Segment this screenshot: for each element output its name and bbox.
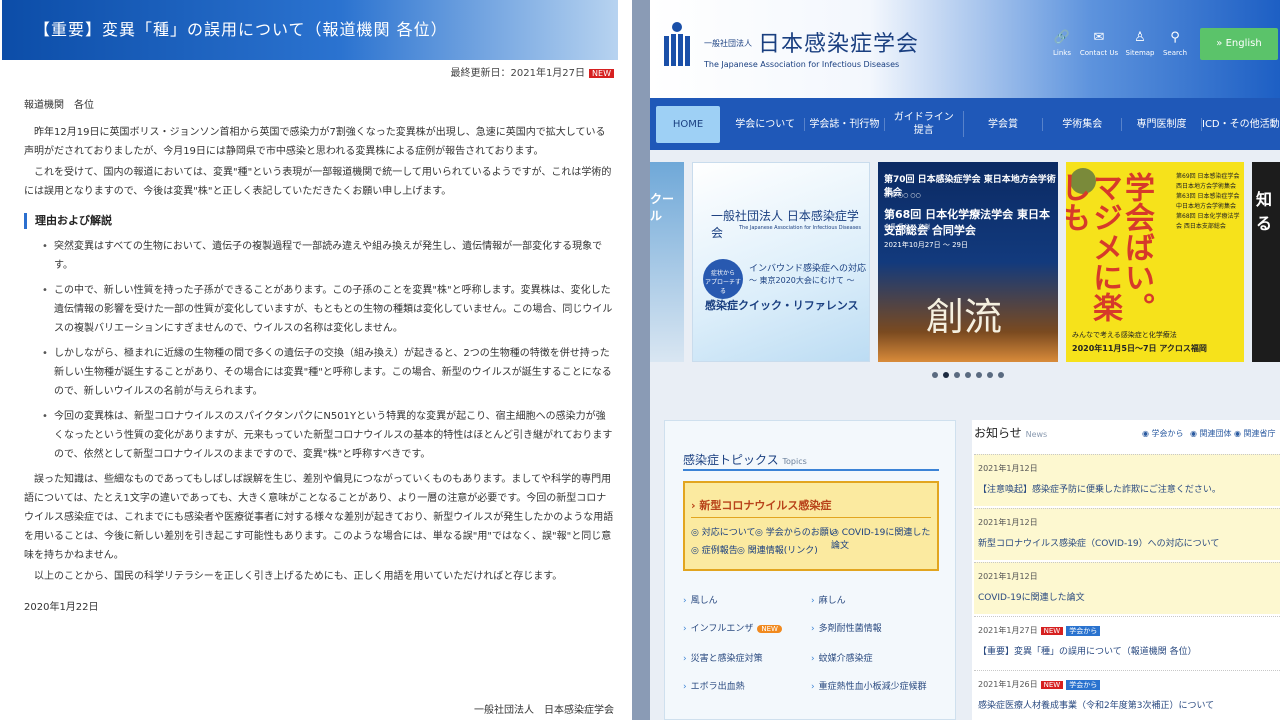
covid-title[interactable]: › 新型コロナウイルス感染症 — [691, 497, 831, 513]
carousel-slide[interactable]: 知る — [1252, 162, 1280, 362]
topic-sfts[interactable]: › 重症熱性血小板減少症候群 — [811, 679, 927, 692]
new-badge: NEW — [589, 69, 614, 78]
nav-awards[interactable]: 学会賞 — [964, 117, 1044, 131]
carousel-dot[interactable] — [954, 372, 960, 378]
reason-item: この中で、新しい性質を持った子孫ができることがあります。この子孫のことを変異"株… — [42, 281, 614, 338]
news-item[interactable]: 2021年1月27日 NEW 学会から 【重要】変異「種」の誤用について（報道機関 … — [974, 616, 1280, 668]
section-heading: 理由および解説 — [24, 213, 614, 229]
site-header: 一般社団法人 日本感染症学会 The Japanese Association … — [650, 0, 1280, 98]
chevron-right-icon: › — [811, 654, 815, 664]
org-english-name: The Japanese Association for Infectious … — [704, 60, 900, 69]
last-updated: 最終更新日：2021年1月27日 NEW — [451, 64, 614, 79]
topics-title: 感染症トピックス Topics — [683, 453, 807, 467]
covid-link-response[interactable]: ◎ 対応について — [691, 525, 755, 538]
covid-link-related[interactable]: ◎ 関連情報(リンク) — [737, 543, 818, 556]
header-link-sitemap[interactable]: ♙ Sitemap — [1120, 30, 1160, 57]
topic-measles[interactable]: › 麻しん — [811, 593, 846, 606]
topic-mosquito[interactable]: › 蚊媒介感染症 — [811, 651, 873, 664]
news-title: お知らせ News — [974, 426, 1048, 440]
english-button[interactable]: » English — [1200, 28, 1278, 60]
category-badge: 学会から — [1066, 626, 1101, 636]
header-link-search[interactable]: ⚲ Search — [1155, 30, 1195, 57]
carousel-dot[interactable] — [965, 372, 971, 378]
reason-item: しかしながら、極まれに近縁の生物種の間で多くの遺伝子の交換（組み換え）が起きると… — [42, 344, 614, 401]
reason-item: 突然変異はすべての生物において、遺伝子の複製過程で一部読み違えや組み換えが発生し… — [42, 237, 614, 275]
carousel-dot-active[interactable] — [943, 372, 949, 378]
news-item[interactable]: 2021年1月26日 NEW 学会から 感染症医療人材養成事業（令和2年度第3次補正… — [974, 670, 1280, 720]
news-filter-related-orgs[interactable]: ◉ 関連団体 — [1190, 428, 1232, 439]
news-item[interactable]: 2021年1月12日 【注意喚起】感染症予防に便乗した詐欺にご注意ください。 — [974, 454, 1280, 506]
closing-paragraph-1: 誤った知識は、些細なものであってもしばしば誤解を生じ、差別や偏見につながっていく… — [24, 474, 614, 561]
org-prefix: 一般社団法人 — [704, 39, 752, 48]
sitemap-icon: ♙ — [1134, 30, 1146, 45]
covid-link-cases[interactable]: ◎ 症例報告 — [691, 543, 738, 556]
topic-resistant-bacteria[interactable]: › 多剤耐性菌情報 — [811, 621, 882, 634]
covid-link-request[interactable]: ◎ 学会からのお願い — [755, 525, 838, 538]
chevron-right-icon: › — [811, 596, 815, 606]
reason-item: 今回の変異株は、新型コロナウイルスのスパイクタンパクにN501Yという特異的な変… — [42, 407, 614, 464]
new-badge: NEW — [1040, 681, 1064, 689]
nav-journals[interactable]: 学会誌・刊行物 — [805, 117, 885, 131]
carousel-dot[interactable] — [998, 372, 1004, 378]
carousel-dots — [932, 372, 1004, 378]
news-item[interactable]: 2021年1月12日 新型コロナウイルス感染症（COVID-19）への対応につい… — [974, 508, 1280, 560]
chevron-right-icon: › — [811, 624, 815, 634]
category-badge: 学会から — [1066, 680, 1101, 690]
document-title: 【重要】変異「種」の誤用について（報道機関 各位） — [2, 0, 618, 60]
topic-influenza[interactable]: › インフルエンザ NEW — [683, 621, 782, 634]
header-link-contact[interactable]: ✉ Contact Us — [1079, 30, 1119, 57]
document-date: 2020年1月22日 — [24, 602, 99, 613]
news-filter-ministries[interactable]: ◉ 関連省庁 — [1234, 428, 1276, 439]
news-panel: お知らせ News ◉ 学会から ◉ 関連団体 ◉ 関連省庁 2021年1月12… — [972, 420, 1280, 720]
mail-icon: ✉ — [1093, 30, 1105, 45]
carousel-slide-west-meeting[interactable]: 学会ばい。マジメに楽しも 第69回 日本感染症学会 西日本地方会学術集会 第63… — [1066, 162, 1244, 362]
chevron-right-icon: › — [683, 654, 687, 664]
chevron-right-icon: › — [811, 682, 815, 692]
society-logo-icon[interactable] — [660, 20, 694, 68]
salutation: 報道機関 各位 — [24, 100, 94, 111]
carousel-slide-east-meeting[interactable]: 第70回 日本感染症学会 東日本地方会学術集会 会長 ○○ ○○ 第68回 日本… — [878, 162, 1058, 362]
covid-link-papers[interactable]: ◎ COVID-19に関連した論文 — [831, 525, 937, 551]
header-link-links[interactable]: 🔗 Links — [1042, 30, 1082, 57]
covid-box: › 新型コロナウイルス感染症 ◎ 対応について ◎ 学会からのお願い ◎ COV… — [683, 481, 939, 571]
nav-meetings[interactable]: 学術集会 — [1043, 117, 1123, 131]
carousel-dot[interactable] — [987, 372, 993, 378]
news-filter-society[interactable]: ◉ 学会から — [1142, 428, 1184, 439]
chevron-right-icon: › — [683, 596, 687, 606]
chevron-right-icon: › — [683, 624, 687, 634]
nav-about[interactable]: 学会について — [726, 117, 806, 131]
new-badge: NEW — [1040, 627, 1064, 635]
topic-disaster[interactable]: › 災害と感染症対策 — [683, 651, 763, 664]
nav-specialist[interactable]: 専門医制度 — [1122, 117, 1202, 131]
divider — [683, 469, 939, 471]
document-body: 報道機関 各位 昨年12月19日に英国ボリス・ジョンソン首相から英国で感染力が7… — [24, 96, 614, 619]
banner-carousel: クール 一般社団法人 日本感染症学会 The Japanese Associat… — [650, 150, 1280, 400]
search-icon: ⚲ — [1170, 30, 1180, 45]
divider — [691, 517, 931, 518]
nav-home[interactable]: HOME — [656, 105, 720, 143]
reason-list: 突然変異はすべての生物において、遺伝子の複製過程で一部読み違えや組み換えが発生し… — [24, 237, 614, 464]
closing-paragraph-2: 以上のことから、国民の科学リテラシーを正しく引き上げるためにも、正しく用語を用い… — [34, 571, 563, 582]
intro-paragraph-1: 昨年12月19日に英国ボリス・ジョンソン首相から英国で感染力が7割強くなった変異… — [24, 127, 606, 157]
org-name[interactable]: 日本感染症学会 — [758, 26, 919, 58]
link-icon: 🔗 — [1053, 30, 1071, 45]
society-website: 一般社団法人 日本感染症学会 The Japanese Association … — [650, 0, 1280, 720]
main-nav: HOME 学会について 学会誌・刊行物 ガイドライン 提言 学会賞 学術集会 専… — [650, 98, 1280, 150]
nav-guidelines[interactable]: ガイドライン 提言 — [885, 111, 964, 137]
topics-panel: 感染症トピックス Topics › 新型コロナウイルス感染症 ◎ 対応について … — [664, 420, 956, 720]
signature: 一般社団法人 日本感染症学会 — [474, 705, 614, 716]
intro-paragraph-2: これを受けて、国内の報道においては、変異"種"という表現が一部報道機関で統一して… — [24, 167, 612, 197]
new-badge: NEW — [757, 625, 782, 633]
carousel-slide[interactable]: クール — [650, 162, 684, 362]
announcement-document: 【重要】変異「種」の誤用について（報道機関 各位） 最終更新日：2021年1月2… — [0, 0, 632, 720]
carousel-dot[interactable] — [976, 372, 982, 378]
chevron-right-icon: › — [683, 682, 687, 692]
nav-icd[interactable]: ICD・その他活動 — [1202, 118, 1280, 131]
news-item[interactable]: 2021年1月12日 COVID-19に関連した論文 — [974, 562, 1280, 614]
carousel-dot[interactable] — [932, 372, 938, 378]
slide-badge: 症状から アプローチする — [703, 259, 743, 299]
topic-rubella[interactable]: › 風しん — [683, 593, 718, 606]
carousel-slide-quick-reference[interactable]: 一般社団法人 日本感染症学会 The Japanese Association … — [692, 162, 870, 362]
topic-ebola[interactable]: › エボラ出血熱 — [683, 679, 745, 692]
